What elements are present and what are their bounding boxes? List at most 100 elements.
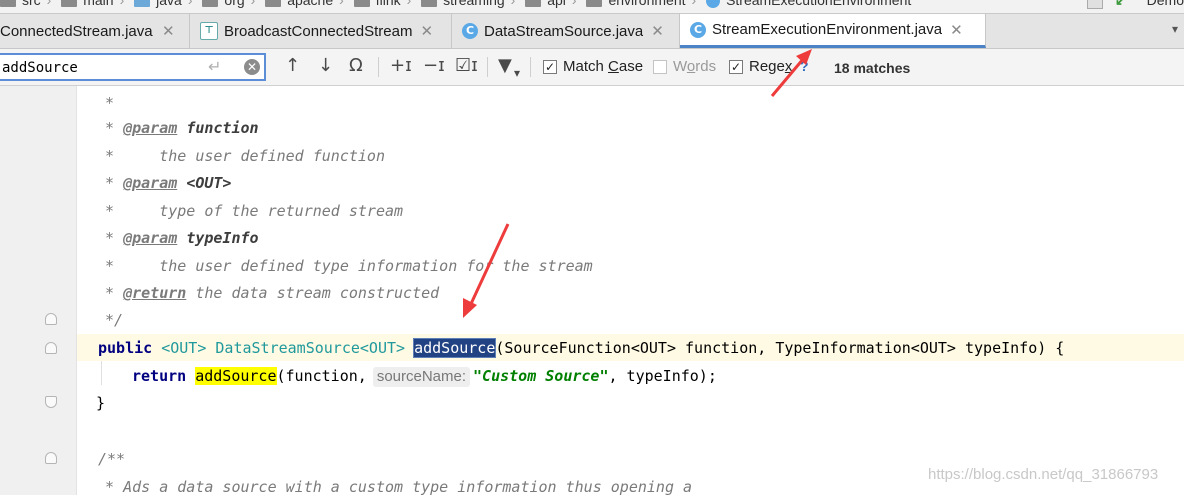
chevron-right-icon: › <box>187 0 193 8</box>
divider <box>487 57 488 77</box>
parameter-hint: sourceName: <box>372 367 471 387</box>
run-config-label[interactable]: Demo <box>1147 0 1184 8</box>
match-case-checkbox[interactable]: ✓ <box>543 59 557 74</box>
find-in-path-icon[interactable]: Ω <box>349 56 363 76</box>
breadcrumb: src › main › java › org › apache › flink › str… <box>0 0 1184 14</box>
words-checkbox[interactable] <box>653 59 667 74</box>
next-occurrence-icon[interactable]: ↓ <box>318 56 333 76</box>
source-folder-icon <box>134 0 151 8</box>
chevron-right-icon: › <box>46 0 52 8</box>
search-box: ↵ ✕ <box>0 53 266 81</box>
class-icon: C <box>462 23 478 39</box>
breadcrumb-item-main[interactable]: main › <box>61 0 124 8</box>
chevron-right-icon: › <box>691 0 697 8</box>
breadcrumb-item-class[interactable]: StreamExecutionEnvironment <box>706 0 911 9</box>
tab-list-dropdown-icon[interactable]: ▾ <box>1172 22 1178 36</box>
editor-gutter <box>0 86 77 495</box>
regex-label: Regex <box>749 58 793 75</box>
chevron-right-icon: › <box>339 0 344 8</box>
close-icon[interactable]: ✕ <box>651 22 664 40</box>
breadcrumb-item-environment[interactable]: environment › <box>586 0 696 8</box>
interface-icon: ⊤ <box>200 22 218 40</box>
regex-option[interactable]: ✓ Regex <box>729 58 792 75</box>
folder-icon <box>0 0 16 8</box>
new-line-icon[interactable]: ↵ <box>208 57 221 76</box>
code-editor[interactable]: * * @param function * the user defined f… <box>0 86 1184 496</box>
code-line: * the user defined type information for … <box>96 257 593 275</box>
clear-search-icon[interactable]: ✕ <box>244 59 260 75</box>
fold-marker-icon[interactable] <box>45 313 57 325</box>
tab-connected-stream[interactable]: ConnectedStream.java ✕ <box>0 14 190 48</box>
package-icon <box>202 0 219 8</box>
javadoc-tag: @param <box>123 229 178 247</box>
package-icon <box>586 0 603 8</box>
breadcrumb-item-java[interactable]: java › <box>134 0 193 8</box>
package-icon <box>421 0 438 8</box>
breadcrumb-item-api[interactable]: api › <box>525 0 577 8</box>
breadcrumb-item-apache[interactable]: apache › <box>265 0 344 8</box>
code-line: * @param function <box>96 119 259 137</box>
package-icon <box>353 0 370 8</box>
breadcrumb-item-org[interactable]: org › <box>202 0 255 8</box>
search-input[interactable] <box>2 58 198 78</box>
tab-data-stream-source[interactable]: C DataStreamSource.java ✕ <box>452 14 680 48</box>
search-match[interactable]: addSource <box>195 367 277 385</box>
code-line: /** <box>98 450 126 468</box>
indent-guide <box>101 361 102 385</box>
tab-stream-execution-environment[interactable]: C StreamExecutionEnvironment.java ✕ <box>680 14 986 48</box>
unselect-occurrence-icon[interactable]: −ɪ <box>423 56 445 76</box>
code-line: * @param <OUT> <box>96 174 232 192</box>
tab-label: DataStreamSource.java <box>484 22 644 40</box>
class-icon: C <box>690 21 706 38</box>
fold-marker-icon[interactable] <box>45 396 57 408</box>
param-name: function <box>186 119 259 137</box>
code-line: */ <box>96 311 124 329</box>
add-selection-for-next-occurrence-icon[interactable]: +ɪ <box>390 56 412 76</box>
folder-icon <box>61 0 78 8</box>
code-line: * @param typeInfo <box>96 229 259 247</box>
words-option[interactable]: Words <box>653 58 716 75</box>
close-icon[interactable]: ✕ <box>420 22 433 40</box>
close-icon[interactable]: ✕ <box>950 21 963 39</box>
javadoc-tag: @param <box>123 119 178 137</box>
code-line: * <box>96 94 115 112</box>
previous-occurrence-icon[interactable]: ↑ <box>285 56 300 76</box>
chevron-right-icon: › <box>510 0 516 8</box>
javadoc-tag: @param <box>123 174 178 192</box>
words-label: Words <box>673 58 717 75</box>
select-all-occurrences-icon[interactable]: ☑ɪ <box>455 56 478 76</box>
string-literal: "Custom Source" <box>473 367 609 385</box>
filter-dropdown-icon[interactable]: ▾ <box>514 63 520 83</box>
breadcrumb-trail: src › main › java › org › apache › flink › str… <box>0 0 917 9</box>
chevron-right-icon: › <box>406 0 412 8</box>
breadcrumb-item-src[interactable]: src › <box>0 0 51 8</box>
close-icon[interactable]: ✕ <box>162 22 175 40</box>
param-name: <OUT> <box>186 174 232 192</box>
fold-marker-icon[interactable] <box>45 342 57 354</box>
tab-label: ConnectedStream.java <box>0 22 153 40</box>
code-line: * Ads a data source with a custom type i… <box>96 478 693 496</box>
class-icon <box>706 0 721 9</box>
breadcrumb-item-streaming[interactable]: streaming › <box>421 0 515 8</box>
run-config-icon[interactable] <box>1086 0 1103 10</box>
breadcrumb-item-flink[interactable]: flink › <box>353 0 412 8</box>
filter-icon[interactable]: ▼ <box>498 56 512 76</box>
selected-match[interactable]: addSource <box>413 338 497 358</box>
regex-help-link[interactable]: ? <box>800 58 809 74</box>
regex-checkbox[interactable]: ✓ <box>729 59 743 74</box>
watermark: https://blog.csdn.net/qq_31866793 <box>928 466 1159 483</box>
divider <box>378 57 379 77</box>
code-line: * type of the returned stream <box>96 202 404 220</box>
return-line: return addSource(function, sourceName: "Cu… <box>132 367 717 387</box>
chevron-right-icon: › <box>250 0 256 8</box>
tab-broadcast-connected-stream[interactable]: ⊤ BroadcastConnectedStream ✕ <box>190 14 452 48</box>
fold-marker-icon[interactable] <box>45 452 57 464</box>
build-icon[interactable]: ↙ <box>1115 0 1127 9</box>
match-case-label: Match Case <box>563 58 644 75</box>
package-icon <box>525 0 542 8</box>
run-config-area: ↙ Demo <box>1086 0 1184 10</box>
code-line: * @return the data stream constructed <box>96 284 440 302</box>
chevron-right-icon: › <box>119 0 125 8</box>
match-case-option[interactable]: ✓ Match Case <box>543 58 643 75</box>
tab-label: BroadcastConnectedStream <box>224 22 413 40</box>
